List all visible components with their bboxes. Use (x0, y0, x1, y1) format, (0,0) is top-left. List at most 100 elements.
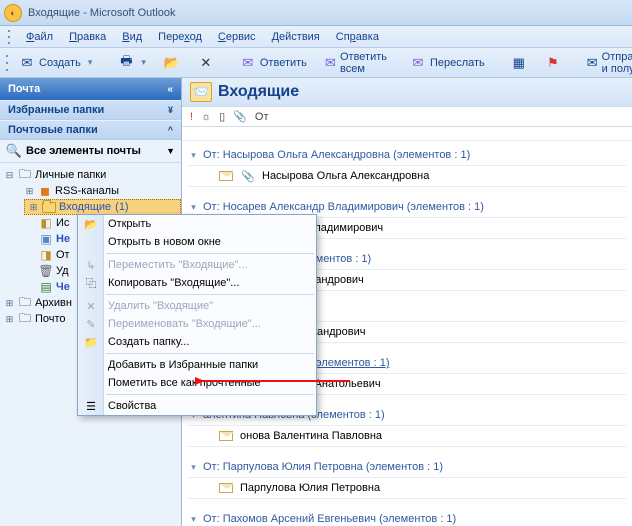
group-header[interactable]: ▾ От: Пахомов Арсений Евгеньевич (элемент… (188, 509, 626, 526)
menubar-grip-icon (8, 30, 13, 44)
context-menu-item: ↳ Переместить "Входящие"... (78, 256, 316, 274)
inbox-icon: 📨 (190, 82, 212, 102)
group-header[interactable]: ▾От: Насырова Ольга Александровна (элеме… (188, 145, 626, 165)
context-menu-item[interactable]: ☰Свойства (78, 397, 316, 415)
context-menu-label: Открыть в новом окне (108, 236, 221, 248)
print-button[interactable]: 🖶 (111, 51, 153, 75)
context-menu-item[interactable]: 📂Открыть (78, 215, 316, 233)
tree-personal-folders[interactable]: ⊟ 🗀 Личные папки (0, 167, 181, 183)
col-from-label[interactable]: От (255, 111, 269, 123)
new-mail-icon: ✉ (19, 55, 35, 71)
message-row[interactable]: Парпулова Юлия Петровна (188, 477, 626, 499)
chevron-down-icon[interactable]: ▼ (166, 146, 175, 156)
menu-bar: ФайлПравкаВидПереходСервисДействияСправк… (0, 26, 632, 48)
context-menu-label: Пометить все как прочтенные (108, 377, 261, 389)
new-label: Создать (39, 57, 81, 69)
group-title: От: Парпулова Юлия Петровна (элементов :… (203, 461, 443, 473)
column-headers[interactable]: ! ☼ ▯ 📎 От (182, 107, 632, 127)
search-icon: 🔍 (6, 143, 22, 159)
blank-row (182, 127, 632, 141)
menu-действия[interactable]: Действия (265, 29, 327, 45)
rename-icon: ✎ (82, 316, 100, 332)
context-menu-item[interactable]: 📁Создать папку... (78, 333, 316, 351)
menu-separator (106, 253, 314, 254)
outbox-icon: ◨ (38, 248, 54, 262)
tree-label: Уд (56, 265, 69, 277)
envelope-icon (218, 481, 234, 495)
context-menu-label: Переместить "Входящие"... (108, 259, 248, 271)
expander-plus-icon[interactable]: ⊞ (28, 202, 39, 213)
move-button[interactable]: 📂 (157, 51, 187, 75)
all-items-label: Все элементы почты (26, 145, 141, 157)
expander-icon[interactable]: ▾ (188, 150, 199, 161)
move-to-folder-icon: 📂 (164, 55, 180, 71)
context-menu-item[interactable]: ⿻ Копировать "Входящие"... (78, 274, 316, 292)
menu-справка[interactable]: Справка (329, 29, 386, 45)
menu-сервис[interactable]: Сервис (211, 29, 263, 45)
mail-folders-header[interactable]: Почтовые папки ^ (0, 120, 181, 140)
menu-separator (106, 394, 314, 395)
outlook-icon: ◐ (4, 4, 22, 22)
expander-plus-icon[interactable]: ⊞ (4, 314, 15, 325)
unread-count: (1) (115, 201, 128, 213)
expander-minus-icon[interactable]: ⊟ (4, 170, 15, 181)
context-menu-item[interactable]: Добавить в Избранные папки (78, 356, 316, 374)
menu-правка[interactable]: Правка (62, 29, 113, 45)
forward-label: Переслать (430, 57, 485, 69)
tree-label: Архивн (35, 297, 72, 309)
col-attachment-icon[interactable]: 📎 (233, 110, 247, 123)
context-menu-item[interactable]: Пометить все как прочтенные (78, 374, 316, 392)
delete-icon: ✕ (82, 298, 100, 314)
group-title: От: Пахомов Арсений Евгеньевич (элементо… (203, 513, 456, 525)
tree-inbox[interactable]: ⊞ Входящие (1) (24, 199, 181, 215)
reply-all-button[interactable]: ✉Ответить всем (318, 47, 399, 79)
menu-вид[interactable]: Вид (115, 29, 149, 45)
expander-icon[interactable]: ▾ (188, 514, 199, 525)
tree-rss[interactable]: ⊞ ◼ RSS-каналы (0, 183, 181, 199)
col-icon[interactable]: ▯ (219, 110, 225, 123)
expander-icon[interactable]: ▾ (188, 462, 199, 473)
sent-items-icon: ◧ (38, 216, 54, 230)
favorites-label: Избранные папки (8, 104, 104, 116)
all-mail-items-row[interactable]: 🔍 Все элементы почты ▼ (0, 140, 181, 163)
nav-header[interactable]: Почта « (0, 78, 181, 100)
followup-button[interactable]: ⚑ (538, 51, 568, 75)
favorites-header[interactable]: Избранные папки ¥ (0, 100, 181, 120)
toolbar: ✉Создать 🖶 📂 ✕ ✉Ответить ✉Ответить всем … (0, 48, 632, 78)
reply-icon: ✉ (240, 55, 256, 71)
forward-button[interactable]: ✉Переслать (403, 51, 492, 75)
expander-plus-icon[interactable]: ⊞ (4, 298, 15, 309)
delete-button[interactable]: ✕ (191, 51, 221, 75)
context-menu-label: Свойства (108, 400, 156, 412)
categories-button[interactable]: ▦ (504, 51, 534, 75)
context-menu-item[interactable]: Открыть в новом окне (78, 233, 316, 251)
context-menu-label: Копировать "Входящие"... (108, 277, 239, 289)
menu-файл[interactable]: Файл (19, 29, 60, 45)
menu-переход[interactable]: Переход (151, 29, 209, 45)
tree-label: Не (56, 233, 70, 245)
col-importance-icon[interactable]: ! (190, 111, 193, 123)
copy-icon: ⿻ (82, 275, 100, 291)
rss-icon: ◼ (37, 184, 53, 198)
delete-icon: ✕ (198, 55, 214, 71)
attachment-icon: 📎 (240, 169, 256, 183)
new-button[interactable]: ✉ Создать (12, 51, 99, 75)
reply-button[interactable]: ✉Ответить (233, 51, 314, 75)
message-from: Парпулова Юлия Петровна (240, 482, 380, 494)
send-receive-button[interactable]: ✉Отправить и получ (580, 47, 632, 79)
send-receive-label: Отправить и получ (602, 51, 632, 75)
message-row[interactable]: 📎Насырова Ольга Александровна (188, 165, 626, 187)
print-icon: 🖶 (118, 55, 134, 71)
newfolder-icon: 📁 (82, 334, 100, 350)
context-menu-item: ✕Удалить "Входящие" (78, 297, 316, 315)
collapse-chevron-icon[interactable]: « (167, 84, 173, 95)
move-icon: ↳ (82, 257, 100, 273)
col-reminder-icon[interactable]: ☼ (201, 111, 211, 123)
group-header[interactable]: ▾ От: Парпулова Юлия Петровна (элементов … (188, 457, 626, 477)
chevron-up-icon: ^ (168, 125, 173, 135)
expander-icon[interactable]: ▾ (188, 202, 199, 213)
deleted-items-icon: 🗑 (38, 264, 54, 278)
toolbar-grip-icon (6, 55, 8, 71)
message-row[interactable]: онова Валентина Павловна (188, 425, 626, 447)
expander-plus-icon[interactable]: ⊞ (24, 186, 35, 197)
